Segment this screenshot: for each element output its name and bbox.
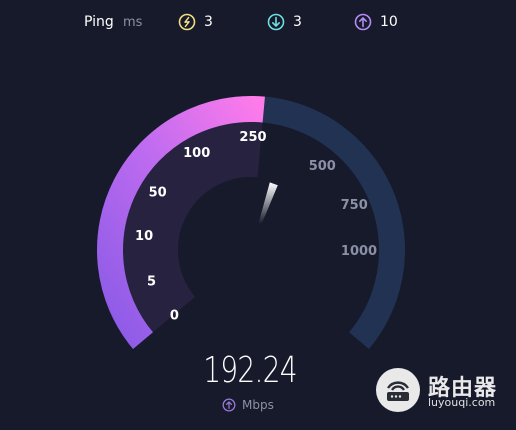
gauge-tick-label: 250 bbox=[239, 130, 266, 145]
gauge-tick-label: 750 bbox=[341, 198, 368, 213]
gauge-inner-glow-band bbox=[122, 121, 263, 333]
gauge-tick-label: 0 bbox=[170, 308, 179, 323]
gauge-tick-label: 10 bbox=[135, 229, 153, 244]
speed-unit: Mbps bbox=[242, 398, 274, 412]
gauge-needle bbox=[258, 182, 278, 224]
watermark: 路由器 luyouqi.com bbox=[376, 368, 516, 418]
router-logo-icon bbox=[376, 368, 420, 412]
gauge-tick-label: 50 bbox=[149, 186, 167, 201]
gauge-tick-label: 1000 bbox=[341, 244, 377, 259]
watermark-domain: luyouqi.com bbox=[428, 396, 496, 409]
gauge-tick-label: 100 bbox=[183, 146, 210, 161]
gauge-tick-label: 500 bbox=[309, 159, 336, 174]
gauge-tick-label: 5 bbox=[147, 274, 156, 289]
upload-arrow-icon bbox=[222, 398, 236, 412]
gauge-inner-glow bbox=[122, 121, 263, 333]
speed-unit-row: Mbps bbox=[222, 398, 274, 412]
speed-readout: 192.24 bbox=[203, 350, 297, 391]
